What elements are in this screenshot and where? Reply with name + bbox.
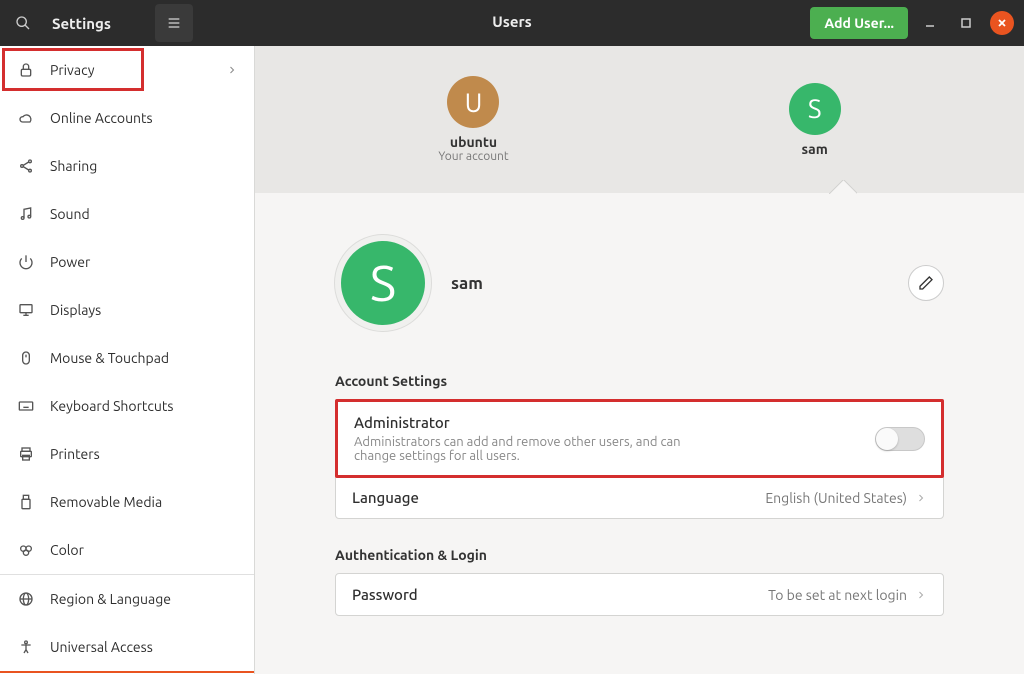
main-panel: U ubuntu Your account S sam S sam xyxy=(255,46,1024,674)
minimize-button[interactable] xyxy=(918,11,942,35)
setting-description: Administrators can add and remove other … xyxy=(354,435,704,463)
chevron-right-icon xyxy=(915,492,927,504)
page-title: Users xyxy=(492,13,531,30)
account-settings-group: Administrator Administrators can add and… xyxy=(335,399,944,519)
avatar: S xyxy=(789,83,841,135)
sidebar-item-label: Removable Media xyxy=(50,494,238,510)
setting-label: Password xyxy=(352,586,768,603)
app-title: Settings xyxy=(52,15,111,32)
user-name: sam xyxy=(802,141,828,157)
sidebar-accent-line xyxy=(0,671,254,673)
maximize-icon xyxy=(960,17,972,29)
sidebar-item-sharing[interactable]: Sharing xyxy=(0,142,254,190)
menu-button[interactable] xyxy=(155,4,193,42)
sidebar-item-label: Printers xyxy=(50,446,238,462)
edit-name-button[interactable] xyxy=(908,265,944,301)
toggle-knob xyxy=(876,428,898,450)
sidebar-item-label: Universal Access xyxy=(50,639,238,655)
sidebar-item-sound[interactable]: Sound xyxy=(0,190,254,238)
selected-user-notch xyxy=(829,180,857,194)
sidebar-item-keyboard-shortcuts[interactable]: Keyboard Shortcuts xyxy=(0,382,254,430)
sidebar-item-mouse-touchpad[interactable]: Mouse & Touchpad xyxy=(0,334,254,382)
avatar: U xyxy=(447,76,499,128)
share-icon xyxy=(16,156,36,176)
pencil-icon xyxy=(918,275,934,291)
window-controls xyxy=(918,11,1014,35)
close-button[interactable] xyxy=(990,11,1014,35)
administrator-toggle[interactable] xyxy=(875,427,925,451)
user-tab-ubuntu[interactable]: U ubuntu Your account xyxy=(438,76,508,163)
user-name: ubuntu xyxy=(450,134,497,150)
auth-settings-group: Password To be set at next login xyxy=(335,573,944,616)
users-strip: U ubuntu Your account S sam xyxy=(255,46,1024,193)
sidebar-item-label: Displays xyxy=(50,302,238,318)
user-header: S sam xyxy=(335,235,944,331)
language-row[interactable]: Language English (United States) xyxy=(336,477,943,518)
maximize-button[interactable] xyxy=(954,11,978,35)
lock-icon xyxy=(16,60,36,80)
setting-label: Language xyxy=(352,489,765,506)
sidebar-item-label: Power xyxy=(50,254,238,270)
user-tab-sam[interactable]: S sam xyxy=(789,83,841,157)
accessibility-icon xyxy=(16,637,36,657)
music-icon xyxy=(16,204,36,224)
setting-label: Administrator xyxy=(354,414,875,431)
usb-icon xyxy=(16,492,36,512)
sidebar-item-region-language[interactable]: Region & Language xyxy=(0,575,254,623)
printer-icon xyxy=(16,444,36,464)
sidebar-item-label: Online Accounts xyxy=(50,110,238,126)
search-button[interactable] xyxy=(4,4,42,42)
sidebar-item-removable-media[interactable]: Removable Media xyxy=(0,478,254,526)
sidebar-item-label: Keyboard Shortcuts xyxy=(50,398,238,414)
sidebar-item-label: Sound xyxy=(50,206,238,222)
header-bar: Settings Users Add User... xyxy=(0,0,1024,46)
color-icon xyxy=(16,540,36,560)
sidebar-item-label: Sharing xyxy=(50,158,238,174)
account-settings-title: Account Settings xyxy=(335,373,944,389)
administrator-row: Administrator Administrators can add and… xyxy=(335,399,944,478)
sidebar-item-universal-access[interactable]: Universal Access xyxy=(0,623,254,671)
chevron-right-icon xyxy=(915,589,927,601)
sidebar-item-power[interactable]: Power xyxy=(0,238,254,286)
close-icon xyxy=(996,17,1008,29)
sidebar-item-label: Mouse & Touchpad xyxy=(50,350,238,366)
globe-icon xyxy=(16,589,36,609)
setting-value: English (United States) xyxy=(765,490,907,506)
sidebar-item-label: Region & Language xyxy=(50,591,238,607)
hamburger-icon xyxy=(166,15,182,31)
add-user-button[interactable]: Add User... xyxy=(810,7,908,39)
cloud-icon xyxy=(16,108,36,128)
sidebar-item-online-accounts[interactable]: Online Accounts xyxy=(0,94,254,142)
sidebar-item-displays[interactable]: Displays xyxy=(0,286,254,334)
auth-section-title: Authentication & Login xyxy=(335,547,944,563)
search-icon xyxy=(15,15,31,31)
sidebar-item-label: Color xyxy=(50,542,238,558)
power-icon xyxy=(16,252,36,272)
chevron-right-icon xyxy=(226,64,238,76)
sidebar-item-printers[interactable]: Printers xyxy=(0,430,254,478)
mouse-icon xyxy=(16,348,36,368)
sidebar-item-label: Privacy xyxy=(50,62,226,78)
password-row[interactable]: Password To be set at next login xyxy=(336,574,943,615)
user-detail: S sam Account Settings Administrator Adm… xyxy=(255,193,1024,674)
sidebar-item-color[interactable]: Color xyxy=(0,526,254,574)
minimize-icon xyxy=(924,17,936,29)
keyboard-icon xyxy=(16,396,36,416)
sidebar-item-privacy[interactable]: Privacy xyxy=(0,46,254,94)
avatar-large[interactable]: S xyxy=(335,235,431,331)
user-display-name: sam xyxy=(451,274,888,293)
user-subtitle: Your account xyxy=(438,150,508,163)
sidebar: Privacy Online Accounts Sharing Sound Po… xyxy=(0,46,255,674)
setting-value: To be set at next login xyxy=(768,587,907,603)
display-icon xyxy=(16,300,36,320)
